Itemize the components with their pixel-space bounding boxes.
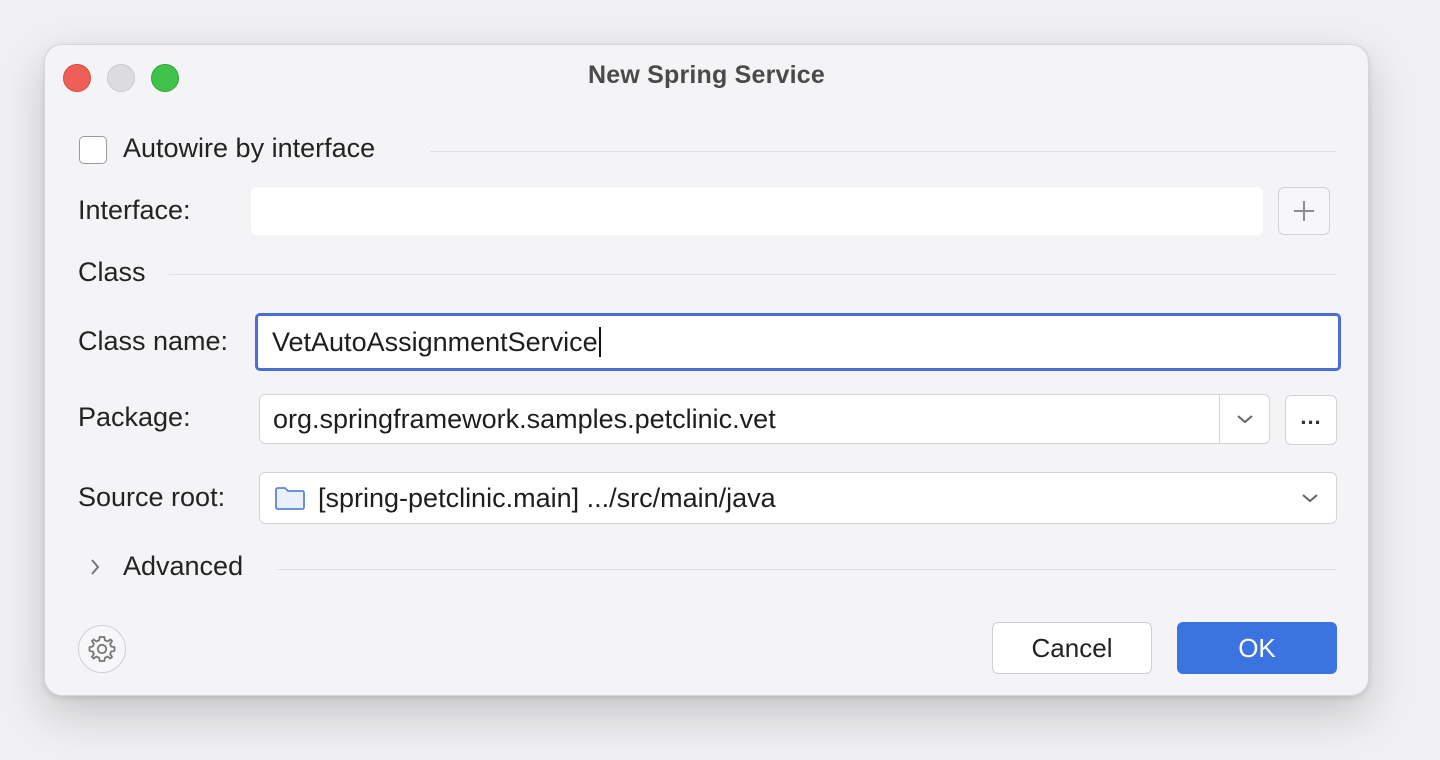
advanced-separator	[277, 569, 1336, 570]
package-label: Package:	[78, 402, 191, 432]
autowire-checkbox[interactable]	[79, 136, 107, 164]
class-section-separator	[169, 274, 1336, 275]
source-root-combobox[interactable]: [spring-petclinic.main] .../src/main/jav…	[259, 472, 1337, 524]
autowire-separator	[430, 151, 1336, 152]
package-value: org.springframework.samples.petclinic.ve…	[273, 403, 776, 434]
source-root-dropdown-button[interactable]	[1288, 473, 1332, 523]
package-dropdown-button[interactable]	[1220, 395, 1269, 443]
ellipsis-label: ...	[1300, 404, 1322, 429]
interface-label: Interface:	[78, 195, 191, 225]
class-name-label: Class name:	[78, 326, 229, 356]
package-combobox[interactable]: org.springframework.samples.petclinic.ve…	[259, 394, 1270, 444]
advanced-label[interactable]: Advanced	[123, 551, 243, 582]
chevron-right-icon	[91, 559, 100, 575]
gear-icon	[88, 636, 116, 662]
autowire-label[interactable]: Autowire by interface	[123, 133, 375, 164]
class-name-input[interactable]: VetAutoAssignmentService	[255, 313, 1341, 371]
ok-button[interactable]: OK	[1177, 622, 1337, 674]
title-bar: New Spring Service	[45, 45, 1368, 107]
chevron-down-icon	[1302, 494, 1318, 503]
class-name-value: VetAutoAssignmentService	[272, 326, 598, 357]
source-root-label: Source root:	[78, 482, 226, 512]
dialog-title: New Spring Service	[587, 61, 826, 89]
package-browse-button[interactable]: ...	[1285, 395, 1337, 445]
advanced-expand-toggle[interactable]	[83, 553, 107, 581]
folder-icon	[275, 487, 305, 510]
cancel-button[interactable]: Cancel	[992, 622, 1152, 674]
class-section-label: Class	[78, 257, 146, 287]
source-root-value: [spring-petclinic.main] .../src/main/jav…	[318, 482, 776, 513]
settings-button[interactable]	[78, 625, 126, 673]
chevron-down-icon	[1236, 415, 1253, 424]
text-caret	[598, 327, 601, 357]
new-spring-service-dialog: New Spring Service Autowire by interface…	[44, 44, 1369, 696]
plus-icon	[1294, 201, 1314, 221]
add-interface-button[interactable]	[1278, 187, 1330, 235]
interface-input[interactable]	[251, 187, 1263, 235]
